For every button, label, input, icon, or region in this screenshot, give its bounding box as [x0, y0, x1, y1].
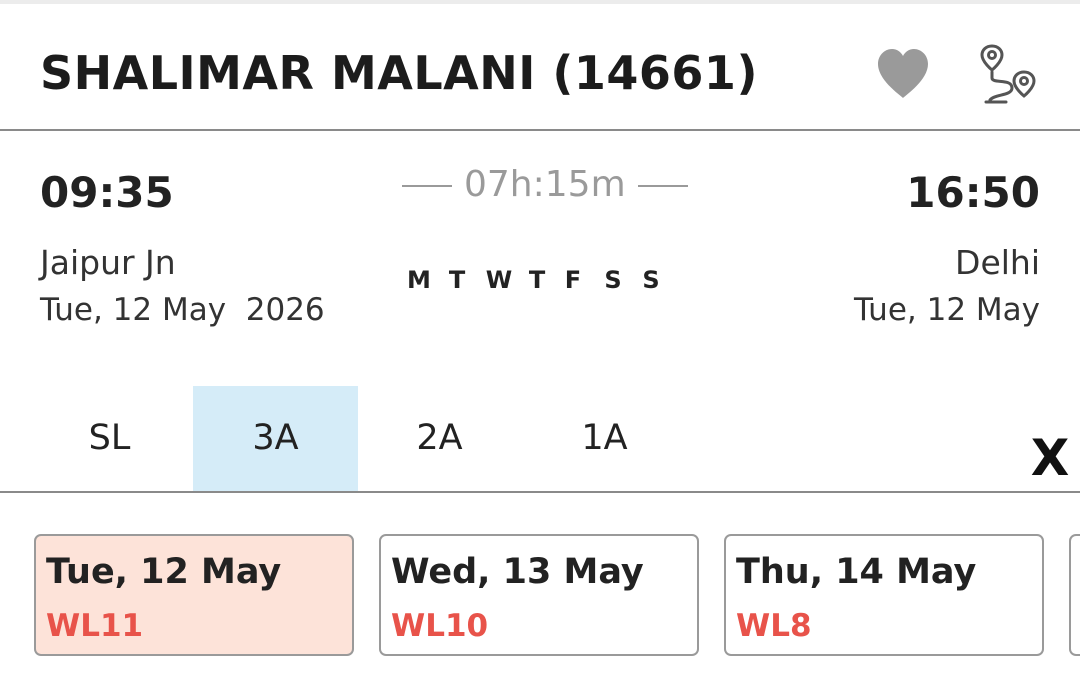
- class-tab-1a[interactable]: 1A: [522, 386, 687, 491]
- train-title: SHALIMAR MALANI (14661): [40, 46, 758, 100]
- run-day-tue: T: [448, 266, 466, 294]
- journey-duration: 07h:15m: [390, 164, 690, 205]
- run-day-wed: W: [485, 266, 513, 294]
- run-day-mon: M: [407, 266, 431, 294]
- class-tab-2a[interactable]: 2A: [357, 386, 522, 491]
- duration-dash-right: [637, 185, 688, 187]
- availability-date: Tue, 12 May: [46, 552, 282, 592]
- availability-date: Wed, 13 May: [391, 552, 644, 592]
- departure-station: Jaipur Jn: [40, 243, 176, 282]
- route-map-icon[interactable]: [978, 42, 1042, 106]
- heart-icon[interactable]: [876, 48, 930, 100]
- run-day-sat: S: [604, 266, 622, 294]
- header-divider: [0, 129, 1080, 131]
- close-button[interactable]: X: [1028, 428, 1072, 488]
- run-day-fri: F: [564, 266, 582, 294]
- duration-text: 07h:15m: [464, 164, 626, 205]
- availability-card-next[interactable]: [1069, 534, 1080, 656]
- availability-status: WL8: [736, 608, 812, 644]
- availability-date: Thu, 14 May: [736, 552, 977, 592]
- run-day-sun: S: [642, 266, 660, 294]
- availability-status: WL11: [46, 608, 144, 644]
- duration-dash-left: [402, 185, 452, 187]
- arrival-date: Tue, 12 May: [853, 292, 1040, 328]
- train-header: SHALIMAR MALANI (14661): [0, 4, 1080, 130]
- class-divider: [0, 491, 1080, 493]
- arrival-time: 16:50: [906, 168, 1040, 217]
- availability-card-wed[interactable]: Wed, 13 May WL10: [379, 534, 699, 656]
- availability-card-tue[interactable]: Tue, 12 May WL11: [34, 534, 354, 656]
- availability-card-thu[interactable]: Thu, 14 May WL8: [724, 534, 1044, 656]
- class-tab-3a[interactable]: 3A: [193, 386, 358, 491]
- departure-time: 09:35: [40, 168, 174, 217]
- class-tab-sl[interactable]: SL: [27, 386, 192, 491]
- run-day-thu: T: [528, 266, 546, 294]
- availability-status: WL10: [391, 608, 489, 644]
- arrival-station: Delhi: [955, 243, 1040, 282]
- departure-date: Tue, 12 May 2026: [40, 292, 325, 328]
